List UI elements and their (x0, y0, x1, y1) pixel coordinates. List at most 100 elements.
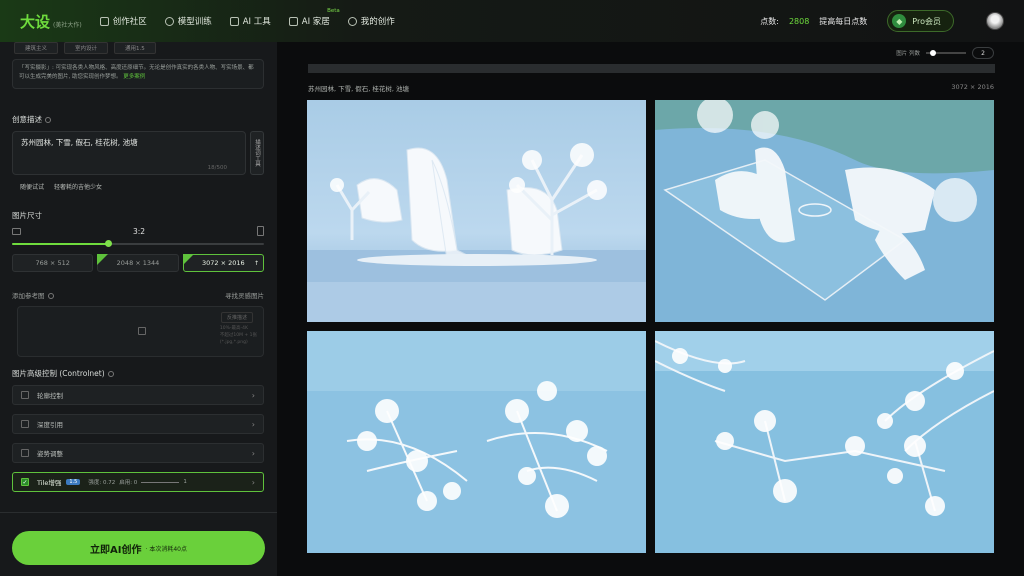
style-chip[interactable]: 建筑主义 (14, 42, 59, 54)
avatar[interactable] (986, 12, 1004, 30)
reference-title: 添加参考图 (12, 290, 54, 300)
results-area: 图片 列数 2 苏州园林, 下雪, 假石, 桂花树, 池塘 3072 × 201… (279, 42, 1024, 576)
tile-range-slider[interactable] (141, 481, 180, 483)
upload-limits: 10%-最高-4K 不超过10M + 1张 (*.jpg,*.png) (220, 325, 257, 346)
control-outline[interactable]: 轮廓控制 › (12, 385, 264, 405)
chevron-right-icon: › (251, 477, 255, 487)
nav-item-model-training[interactable]: 模型训练 (164, 15, 212, 27)
tile-start: 启用: 0 (119, 480, 138, 486)
portrait-ratio-icon[interactable] (256, 226, 264, 236)
size-label: 768 × 512 (35, 259, 70, 267)
prompt-char-count: 18/500 (207, 165, 227, 171)
ratio-label: 3:2 (132, 226, 146, 236)
points-value: 2808 (788, 16, 810, 26)
size-option-768[interactable]: 768 × 512 (12, 254, 94, 272)
upload-icon (138, 327, 146, 335)
version-tag: 1.5 (66, 479, 81, 485)
snow-lake-aerial-image (655, 100, 994, 322)
help-icon[interactable] (107, 371, 114, 377)
hd-badge (97, 254, 109, 265)
control-label: Tile增强 (37, 479, 62, 487)
landscape-ratio-icon[interactable] (12, 227, 21, 235)
result-caption: 苏州园林, 下雪, 假石, 桂花树, 池塘 (308, 85, 410, 93)
nav-item-my-creations[interactable]: 我的创作 (347, 15, 395, 27)
logo-main: 大设 (20, 12, 51, 31)
column-count-slider[interactable] (926, 50, 966, 56)
grid-icon (99, 16, 109, 26)
control-label: 深度引用 (37, 421, 63, 429)
result-image[interactable] (307, 100, 646, 322)
reference-upload-area[interactable]: 反推描述 10%-最高-4K 不超过10M + 1张 (*.jpg,*.png) (17, 306, 264, 357)
checkbox[interactable] (21, 420, 29, 428)
reverse-prompt-button[interactable]: 反推描述 (220, 312, 253, 323)
create-icon (347, 16, 357, 26)
ratio-slider-handle[interactable] (104, 240, 112, 247)
home-icon (288, 16, 298, 26)
control-pose[interactable]: 姿势调整 › (12, 443, 264, 463)
style-chip[interactable]: 室内设计 (64, 42, 109, 54)
prompt-section-title: 创意描述 (12, 114, 51, 125)
nav-item-ai-tools[interactable]: AI 工具 (229, 15, 271, 27)
column-count-handle[interactable] (930, 50, 936, 56)
control-depth[interactable]: 深度引用 › (12, 414, 264, 434)
help-icon[interactable] (47, 293, 54, 299)
chevron-right-icon: › (251, 448, 255, 458)
style-chip[interactable]: 通用1.5 (114, 42, 156, 54)
control-tile[interactable]: ✓ Tile增强 1.5 强度: 0.72 启用: 0 1 › (12, 472, 264, 492)
tile-strength: 强度: 0.72 (88, 480, 116, 486)
chevron-right-icon: › (251, 390, 255, 400)
nav-label: 我的创作 (360, 17, 395, 27)
help-icon[interactable] (45, 117, 51, 123)
nav-label: 模型训练 (177, 17, 212, 27)
generate-button[interactable]: 立即AI创作 · 本次消耗40点 (12, 531, 265, 565)
column-count-label: 图片 列数 (896, 51, 920, 57)
nav-label: AI 工具 (242, 17, 271, 27)
snow-branches-image (307, 331, 646, 553)
size-options: 768 × 512 2048 × 1344 3072 × 2016 ↑ (12, 254, 264, 272)
column-count-input[interactable]: 2 (972, 47, 994, 59)
more-examples-link[interactable]: 更多案例 (123, 74, 145, 80)
ai-icon (229, 16, 239, 26)
account-area: 点数: 2808 提高每日点数 ◆ Pro会员 (760, 0, 1004, 42)
result-image[interactable] (655, 331, 994, 553)
prompt-text: 苏州园林, 下雪, 假石, 桂花树, 池塘 (21, 138, 138, 147)
ratio-slider[interactable] (12, 240, 264, 247)
size-label: 3072 × 2016 (201, 259, 245, 267)
control-label: 姿势调整 (37, 450, 63, 458)
nav-item-ai-home[interactable]: AI 家居 Beta (288, 8, 340, 27)
upload-limit: 10%-最高-4K (219, 326, 248, 331)
progress-bar (308, 64, 995, 73)
checkbox-checked[interactable]: ✓ (21, 478, 29, 486)
hint-example-link[interactable]: 轻奢耗的吉他少女 (54, 182, 102, 191)
size-option-3072[interactable]: 3072 × 2016 ↑ (182, 254, 264, 272)
model-icon (164, 16, 174, 26)
prompt-textarea[interactable]: 苏州园林, 下雪, 假石, 桂花树, 池塘 18/500 (12, 131, 246, 175)
pro-label: Pro会员 (912, 16, 941, 26)
style-description: 「写实摄影」: 可实现各类人物风格、高度还原细节。无论是创作真实的各类人物、写实… (12, 59, 264, 89)
points-action-link[interactable]: 提高每日点数 (819, 16, 867, 27)
hd-badge (182, 254, 194, 265)
random-try-link[interactable]: 随便试试 (20, 182, 44, 191)
result-image[interactable] (655, 100, 994, 322)
logo[interactable]: 大设 (美社大作) (20, 11, 82, 32)
size-option-2048[interactable]: 2048 × 1344 (97, 254, 179, 272)
beta-badge: Beta (327, 8, 340, 14)
size-section-title: 图片尺寸 (12, 211, 42, 220)
tile-end: 1 (183, 479, 187, 485)
prompt-hints: 随便试试 轻奢耗的吉他少女 (20, 182, 102, 191)
nav-item-community[interactable]: 创作社区 (99, 15, 147, 27)
main-nav: 创作社区 模型训练 AI 工具 AI 家居 Beta 我的创作 (99, 8, 395, 27)
arrow-up-icon: ↑ (253, 259, 259, 267)
find-inspiration-link[interactable]: 寻找灵感图片 (225, 290, 264, 300)
control-label: 轮廓控制 (37, 392, 63, 400)
generate-label: 立即AI创作 (90, 544, 142, 556)
result-image[interactable] (307, 331, 646, 553)
reference-title-text: 添加参考图 (12, 292, 45, 300)
prompt-tool-button[interactable]: 描述词工具 (250, 131, 264, 175)
checkbox[interactable] (21, 449, 29, 457)
top-navigation-bar: 大设 (美社大作) 创作社区 模型训练 AI 工具 AI 家居 Beta 我的创… (0, 0, 1024, 42)
checkbox[interactable] (21, 391, 29, 399)
pro-member-button[interactable]: ◆ Pro会员 (887, 10, 954, 32)
reference-row: 添加参考图 寻找灵感图片 (12, 290, 264, 300)
generate-cost: · 本次消耗40点 (145, 545, 187, 553)
